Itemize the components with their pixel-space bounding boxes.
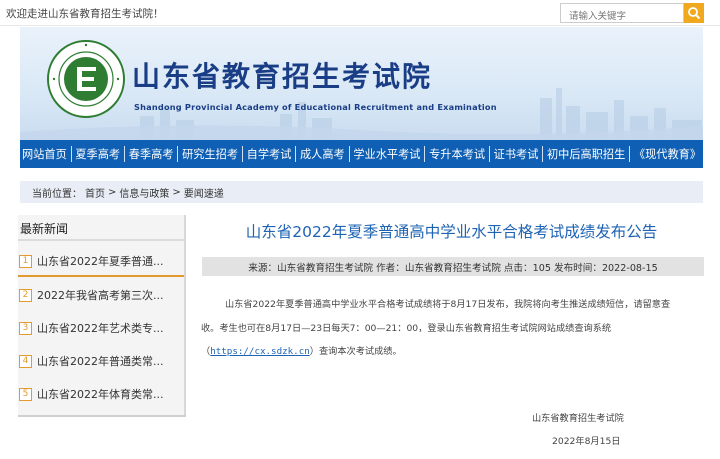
search-icon xyxy=(688,7,701,20)
site-subtitle: Shandong Provincial Academy of Education… xyxy=(134,102,497,112)
breadcrumb-home[interactable]: 首页 xyxy=(85,185,105,200)
article-url-line: （https://cx.sdzk.cn）查询本次考试成绩。 xyxy=(201,343,402,357)
url-open-paren: （ xyxy=(201,346,211,357)
site-banner: 山东省教育招生考试院 Shandong Provincial Academy o… xyxy=(20,27,703,140)
news-number: 5 xyxy=(19,387,32,401)
academy-logo-seal xyxy=(47,40,125,118)
news-title: 山东省2022年体育类常... xyxy=(37,388,164,401)
latest-news-sidebar: 最新新闻 1 山东省2022年夏季普通... 2 2022年我省高考第三次...… xyxy=(18,215,186,417)
breadcrumb: 当前位置： 首页 > 信息与政策 > 要闻速递 xyxy=(20,181,703,203)
news-number: 3 xyxy=(19,321,32,335)
nav-divider xyxy=(542,146,543,162)
news-title: 2022年我省高考第三次... xyxy=(37,289,164,302)
signature-date: 2022年8月15日 xyxy=(552,436,621,447)
query-system-link[interactable]: https://cx.sdzk.cn xyxy=(210,346,310,357)
search-field[interactable] xyxy=(560,3,684,26)
news-title: 山东省2022年夏季普通... xyxy=(37,255,164,268)
welcome-text: 欢迎走进山东省教育招生考试院！ xyxy=(6,8,164,20)
breadcrumb-separator: > xyxy=(108,186,117,198)
nav-item-proficiency[interactable]: 学业水平考试 xyxy=(351,140,422,168)
breadcrumb-news[interactable]: 要闻速递 xyxy=(184,185,224,200)
nav-item-modern-education[interactable]: 《现代教育》 xyxy=(632,140,703,168)
article-paragraph-line: 收。考生也可在8月17日—23日每天7：00—21：00，登录山东省教育招生考试… xyxy=(201,323,612,334)
nav-divider xyxy=(295,146,296,162)
nav-item-self-study[interactable]: 自学考试 xyxy=(245,140,294,168)
nav-divider xyxy=(629,146,630,162)
nav-divider xyxy=(424,146,426,162)
nav-divider xyxy=(124,146,125,162)
nav-item-summer-gaokao[interactable]: 夏季高考 xyxy=(73,140,122,168)
news-title: 山东省2022年普通类常... xyxy=(37,355,164,368)
nav-item-upgrade[interactable]: 专升本考试 xyxy=(427,140,487,168)
nav-divider xyxy=(489,146,490,162)
url-tail-text: ）查询本次考试成绩。 xyxy=(309,346,402,357)
sidebar-bottom-border xyxy=(18,415,186,417)
sidebar-title: 最新新闻 xyxy=(20,222,69,236)
nav-item-vocational[interactable]: 初中后高职招生 xyxy=(545,140,627,168)
news-item-2[interactable]: 2 2022年我省高考第三次... xyxy=(18,280,184,310)
news-item-3[interactable]: 3 山东省2022年艺术类专... xyxy=(18,313,184,343)
main-nav: 网站首页 夏季高考 春季高考 研究生招考 自学考试 成人高考 学业水平考试 专升… xyxy=(20,140,703,168)
search-input[interactable] xyxy=(561,7,683,26)
nav-divider xyxy=(242,146,243,162)
nav-divider xyxy=(348,146,350,162)
article-paragraph-line: 山东省2022年夏季普通高中学业水平合格考试成绩将于8月17日发布，我院将向考生… xyxy=(225,299,671,310)
sidebar-divider xyxy=(18,239,184,241)
nav-item-home[interactable]: 网站首页 xyxy=(20,140,69,168)
news-number: 1 xyxy=(19,254,32,268)
nav-divider xyxy=(70,146,72,162)
site-title: 山东省教育招生考试院 xyxy=(132,60,433,93)
nav-item-certificate[interactable]: 证书考试 xyxy=(492,140,541,168)
breadcrumb-separator: > xyxy=(172,186,181,198)
signature-organization: 山东省教育招生考试院 xyxy=(532,413,624,424)
news-item-1[interactable]: 1 山东省2022年夏季普通... xyxy=(18,247,184,277)
search-button[interactable] xyxy=(684,3,704,23)
article-meta: 来源：山东省教育招生考试院 作者：山东省教育招生考试院 点击：105 发布时间：… xyxy=(202,257,704,276)
nav-divider xyxy=(177,146,179,162)
news-item-5[interactable]: 5 山东省2022年体育类常... xyxy=(18,379,184,409)
nav-item-adult[interactable]: 成人高考 xyxy=(298,140,347,168)
news-title: 山东省2022年艺术类专... xyxy=(37,322,164,335)
news-number: 2 xyxy=(19,288,32,302)
breadcrumb-policy[interactable]: 信息与政策 xyxy=(119,185,169,200)
nav-item-spring-gaokao[interactable]: 春季高考 xyxy=(127,140,176,168)
news-number: 4 xyxy=(19,354,32,368)
article-title: 山东省2022年夏季普通高中学业水平合格考试成绩发布公告 xyxy=(245,223,658,241)
news-item-4[interactable]: 4 山东省2022年普通类常... xyxy=(18,346,184,376)
breadcrumb-label: 当前位置： xyxy=(32,188,82,200)
nav-item-graduate[interactable]: 研究生招考 xyxy=(180,140,240,168)
